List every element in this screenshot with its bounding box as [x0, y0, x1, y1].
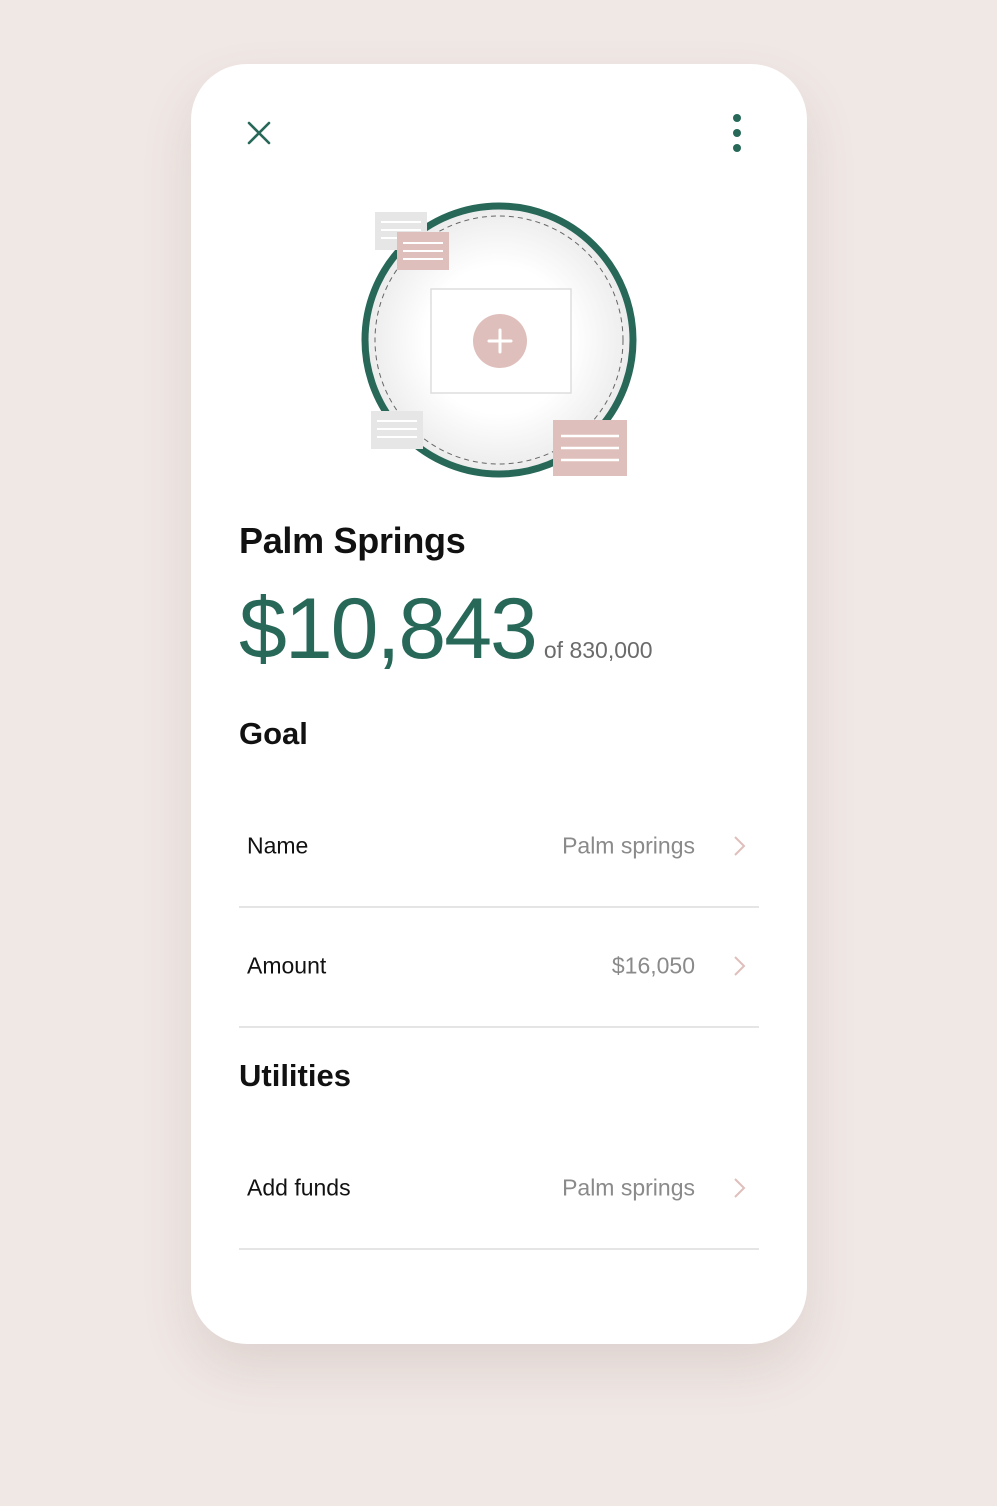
row-name-label: Name: [247, 832, 309, 859]
add-photo-button[interactable]: [473, 314, 527, 368]
row-amount-label: Amount: [247, 952, 327, 979]
section-title-utilities: Utilities: [239, 1058, 351, 1093]
close-button[interactable]: [237, 111, 281, 155]
goal-detail-card: Palm Springs $10,843 of 830,000 Goal Nam…: [191, 64, 807, 1344]
chevron-right-icon: [734, 836, 746, 856]
saved-amount-value: $10,843: [239, 581, 538, 677]
chevron-right-icon: [734, 956, 746, 976]
chevron-right-icon: [734, 1178, 746, 1198]
saved-amount: $10,843 of 830,000: [239, 586, 653, 672]
row-add-funds[interactable]: Add funds Palm springs: [239, 1128, 759, 1250]
row-amount-value: $16,050: [611, 952, 695, 979]
goal-title: Palm Springs: [239, 520, 466, 561]
close-icon: [247, 121, 271, 145]
row-name-value: Palm springs: [562, 832, 695, 859]
plus-icon: [487, 328, 513, 354]
section-title-goal: Goal: [239, 716, 308, 751]
row-add-funds-value: Palm springs: [562, 1174, 695, 1201]
target-amount: of 830,000: [543, 637, 653, 663]
row-name[interactable]: Name Palm springs: [239, 786, 759, 908]
more-options-button[interactable]: [715, 111, 759, 155]
more-vertical-icon: [733, 114, 741, 152]
row-add-funds-label: Add funds: [247, 1174, 351, 1201]
row-amount[interactable]: Amount $16,050: [239, 906, 759, 1028]
